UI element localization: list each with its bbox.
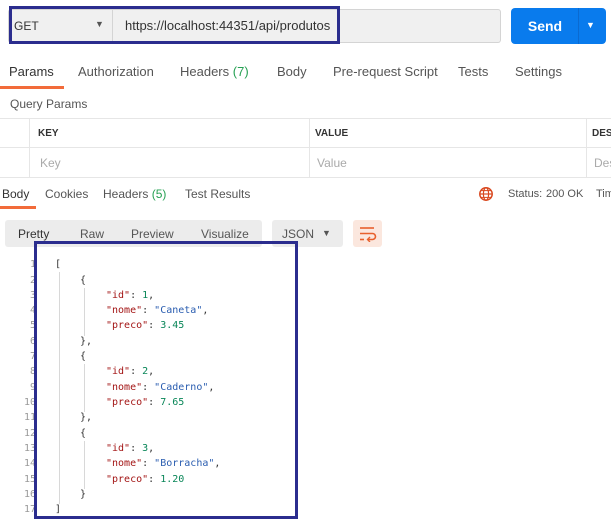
table-border-bottom: [0, 177, 611, 178]
active-tab-indicator: [0, 86, 64, 89]
view-tab-pretty[interactable]: Pretty: [18, 227, 49, 241]
table-border-top: [0, 118, 611, 119]
active-response-tab-indicator: [0, 206, 36, 209]
response-tab-headers[interactable]: Headers (5): [103, 187, 166, 201]
send-options-chevron-icon[interactable]: ▼: [586, 20, 595, 30]
table-column-divider: [29, 118, 30, 178]
send-label: Send: [527, 18, 563, 34]
highlight-box-response: [34, 241, 298, 519]
view-tab-visualize[interactable]: Visualize: [201, 227, 249, 241]
column-header-key: KEY: [38, 128, 59, 139]
line-number: 1: [29, 259, 36, 270]
table-border-mid: [0, 147, 611, 148]
column-header-description: DESC: [592, 128, 611, 139]
line-number: 3: [29, 290, 36, 301]
response-tab-cookies[interactable]: Cookies: [45, 187, 88, 201]
line-number: 6: [29, 336, 36, 347]
tab-settings[interactable]: Settings: [515, 64, 562, 79]
send-divider: [578, 8, 579, 44]
column-header-value: VALUE: [315, 128, 349, 139]
tab-params[interactable]: Params: [9, 64, 54, 79]
response-tab-body[interactable]: Body: [2, 187, 29, 201]
table-column-divider: [586, 118, 587, 178]
highlight-box-url: [9, 6, 340, 44]
line-number: 17: [23, 504, 36, 515]
response-tab-test-results[interactable]: Test Results: [185, 187, 250, 201]
line-number: 5: [29, 320, 36, 331]
key-input[interactable]: Key: [40, 156, 61, 170]
line-number: 16: [23, 489, 36, 500]
wrap-lines-icon: [358, 225, 378, 245]
line-number: 12: [23, 428, 36, 439]
description-input[interactable]: Des: [594, 156, 611, 170]
line-number: 8: [29, 366, 36, 377]
value-input[interactable]: Value: [317, 156, 347, 170]
tab-headers-label: Headers: [180, 64, 230, 79]
tab-pre-request-script[interactable]: Pre-request Script: [333, 64, 438, 79]
tab-tests[interactable]: Tests: [458, 64, 488, 79]
line-number: 13: [23, 443, 36, 454]
tab-body[interactable]: Body: [277, 64, 307, 79]
view-tab-preview[interactable]: Preview: [131, 227, 174, 241]
status-label: Status:: [508, 188, 543, 200]
line-number: 15: [23, 474, 36, 485]
query-params-title: Query Params: [10, 97, 88, 111]
time-label: Tim: [596, 188, 611, 200]
line-number: 11: [23, 412, 36, 423]
view-tab-raw[interactable]: Raw: [80, 227, 104, 241]
chevron-down-icon: ▼: [322, 228, 331, 238]
line-number: 7: [29, 351, 36, 362]
line-number: 2: [29, 275, 36, 286]
response-tab-headers-label: Headers: [103, 187, 149, 201]
table-column-divider: [309, 118, 310, 178]
line-number: 9: [29, 382, 36, 393]
format-value: JSON: [282, 227, 315, 241]
globe-icon[interactable]: [478, 186, 494, 205]
tab-headers[interactable]: Headers (7): [180, 64, 249, 79]
tab-authorization[interactable]: Authorization: [78, 64, 154, 79]
line-number: 10: [23, 397, 36, 408]
tab-headers-count: (7): [232, 64, 249, 79]
line-number: 14: [23, 458, 36, 469]
response-tab-headers-count: (5): [151, 187, 167, 201]
status-value: 200 OK: [546, 188, 584, 200]
line-number: 4: [29, 305, 36, 316]
